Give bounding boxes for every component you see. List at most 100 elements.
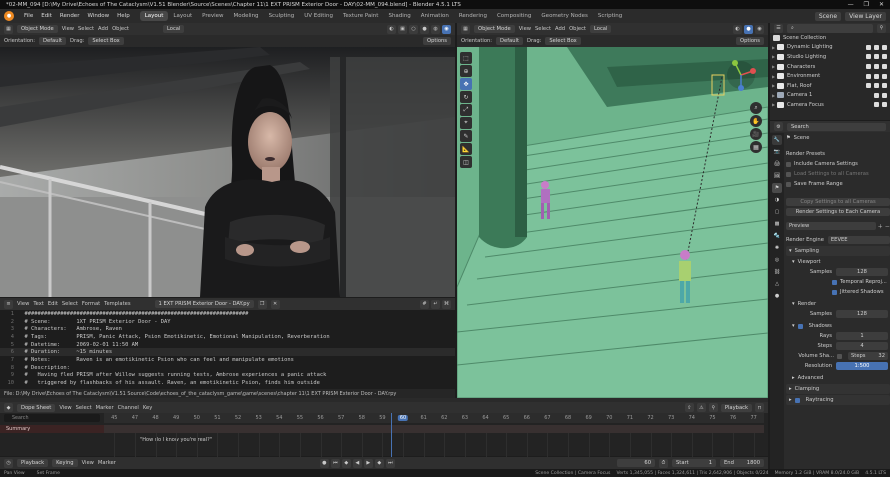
properties-type-icon[interactable]: ⚙ [774, 122, 783, 131]
workspace-tab-layout-2[interactable]: Layout [168, 11, 197, 21]
render-icon[interactable] [882, 92, 887, 98]
outliner-row[interactable]: ▶ Dynamic Lighting [770, 43, 890, 53]
render-icon[interactable] [882, 83, 887, 89]
play-reverse-icon[interactable]: ◀ [352, 458, 362, 468]
preview-preset-dropdown[interactable]: Preview [786, 222, 876, 230]
add-preset-icon[interactable]: ＋ [876, 223, 885, 230]
data-tab-icon[interactable]: △ [772, 279, 782, 289]
render-subpanel[interactable]: ▾ Render [786, 299, 890, 309]
perspective-grid-icon[interactable]: ▦ [750, 141, 762, 153]
solid-shading-icon[interactable]: ● [744, 24, 753, 34]
view-layer-selector[interactable]: View Layer [845, 11, 886, 21]
output-tab-icon[interactable]: 🖨 [772, 159, 782, 169]
expand-arrow-icon[interactable]: ▶ [770, 102, 777, 107]
pan-hand-icon[interactable]: ✋ [750, 115, 762, 127]
advanced-subpanel[interactable]: ▸ Advanced [786, 373, 890, 383]
options-dropdown[interactable]: Options [735, 37, 764, 45]
timeline-menu-marker[interactable]: Marker [98, 460, 116, 466]
rays-field[interactable]: 1 [836, 332, 888, 340]
blender-logo-icon[interactable]: ● [4, 11, 14, 21]
temporal-reprojection-checkbox[interactable] [832, 279, 837, 285]
render-engine-dropdown[interactable]: EEVEE [827, 236, 890, 244]
dopesheet-frame-ruler[interactable]: 45 47 48 49 50 51 52 53 54 55 56 57 58 59 60 61 62 63 64 65… [104, 413, 764, 423]
orientation-dropdown[interactable]: Default [496, 37, 524, 45]
timeline-menu-view[interactable]: View [82, 460, 94, 466]
drag-dropdown[interactable]: Select Box [88, 37, 124, 45]
dope-menu-select[interactable]: Select [76, 405, 92, 411]
select-box-tool-icon[interactable]: ⬚ [460, 52, 472, 64]
volume-shadows-checkbox[interactable] [837, 353, 842, 359]
outliner-row[interactable]: ▶ Studio Lighting [770, 52, 890, 62]
new-text-icon[interactable]: ❐ [257, 299, 267, 309]
outliner-row[interactable]: ▶ Camera Focus [770, 100, 890, 110]
xray-icon[interactable]: ▣ [398, 24, 407, 34]
menu-view[interactable]: View [62, 26, 74, 32]
eye-icon[interactable] [874, 44, 879, 50]
channel-search[interactable]: Search [4, 414, 100, 422]
workspace-tab-layout[interactable]: Layout [139, 11, 169, 21]
shadows-checkbox[interactable] [797, 323, 803, 329]
dope-menu-marker[interactable]: Marker [96, 405, 114, 411]
view-layer-tab-icon[interactable]: 🖼 [772, 171, 782, 181]
expand-arrow-icon[interactable]: ▶ [770, 45, 777, 50]
material-tab-icon[interactable]: ● [772, 291, 782, 301]
outliner-row[interactable]: ▶ Environment [770, 71, 890, 81]
render-icon[interactable] [882, 102, 887, 108]
jump-next-key-icon[interactable]: ◆ [374, 458, 384, 468]
clock-icon[interactable]: ⏱ [659, 458, 668, 468]
outliner-row[interactable]: ▶ Characters [770, 62, 890, 72]
workspace-tab-preview[interactable]: Preview [197, 11, 228, 21]
summary-channel[interactable]: Summary [0, 425, 104, 433]
rendered-shading-icon[interactable]: ◉ [442, 24, 451, 34]
overlay-icon[interactable]: ◐ [733, 24, 742, 34]
only-selected-icon[interactable]: ⇧ [684, 403, 694, 412]
jittered-shadows-checkbox[interactable] [832, 289, 837, 295]
jump-end-icon[interactable]: ⏭ [385, 458, 395, 468]
clamping-panel-header[interactable]: ▸ Clamping [786, 384, 890, 394]
volume-steps-field[interactable]: Steps 32 [848, 352, 888, 360]
dope-menu-channel[interactable]: Channel [118, 405, 139, 411]
jump-prev-key-icon[interactable]: ◆ [341, 458, 351, 468]
scale-tool-icon[interactable]: ⤢ [460, 104, 472, 116]
menu-object[interactable]: Object [112, 26, 129, 32]
render-icon[interactable] [882, 54, 887, 60]
shadows-subpanel[interactable]: ▾ Shadows [786, 321, 890, 331]
maximize-button[interactable]: ❐ [864, 1, 869, 8]
raytracing-checkbox[interactable] [794, 397, 800, 403]
close-text-icon[interactable]: ✕ [270, 299, 280, 309]
end-frame-field[interactable]: End 1800 [720, 459, 764, 467]
expand-arrow-icon[interactable]: ▶ [770, 54, 777, 59]
overlay-icon[interactable]: ◐ [387, 24, 396, 34]
cursor-tool-icon[interactable]: ⊕ [460, 65, 472, 77]
scene-tab-icon[interactable]: ⚑ [772, 183, 782, 193]
load-settings-checkbox[interactable] [786, 171, 791, 177]
workspace-tab-compositing[interactable]: Compositing [492, 11, 536, 21]
load-settings-row[interactable]: Load Settings to all Cameras [786, 169, 890, 179]
visibility-checkbox[interactable] [866, 83, 871, 89]
outliner-scene-collection[interactable]: Scene Collection [770, 33, 890, 43]
eye-icon[interactable] [874, 102, 879, 108]
text-menu-format[interactable]: Format [82, 301, 100, 307]
editor-type-icon[interactable]: ▦ [4, 24, 13, 34]
visibility-checkbox[interactable] [866, 73, 871, 79]
menu-window[interactable]: Window [83, 13, 113, 19]
navigation-gizmo-icon[interactable] [725, 59, 757, 91]
transform-orientation-dropdown[interactable]: Local [589, 25, 612, 33]
play-icon[interactable]: ▶ [363, 458, 373, 468]
resolution-field[interactable]: 1:500 [836, 362, 888, 370]
filter-icon[interactable]: ⚲ [708, 403, 718, 412]
viewport-samples-field[interactable]: 128 [836, 268, 888, 276]
copy-settings-button[interactable]: Copy Settings to all Cameras [786, 198, 890, 206]
object-tab-icon[interactable]: ▩ [772, 219, 782, 229]
zoom-icon[interactable]: ⌕ [750, 102, 762, 114]
drag-dropdown[interactable]: Select Box [545, 37, 581, 45]
menu-render[interactable]: Render [56, 13, 84, 19]
render-settings-camera-button[interactable]: Render Settings to Each Camera [786, 208, 890, 216]
particles-tab-icon[interactable]: ✺ [772, 243, 782, 253]
render-icon[interactable] [882, 64, 887, 70]
options-dropdown[interactable]: Options [422, 37, 451, 45]
filter-icon[interactable]: ⚲ [877, 23, 886, 33]
expand-arrow-icon[interactable]: ▶ [770, 83, 777, 88]
menu-add[interactable]: Add [555, 26, 565, 32]
eye-icon[interactable] [874, 92, 879, 98]
